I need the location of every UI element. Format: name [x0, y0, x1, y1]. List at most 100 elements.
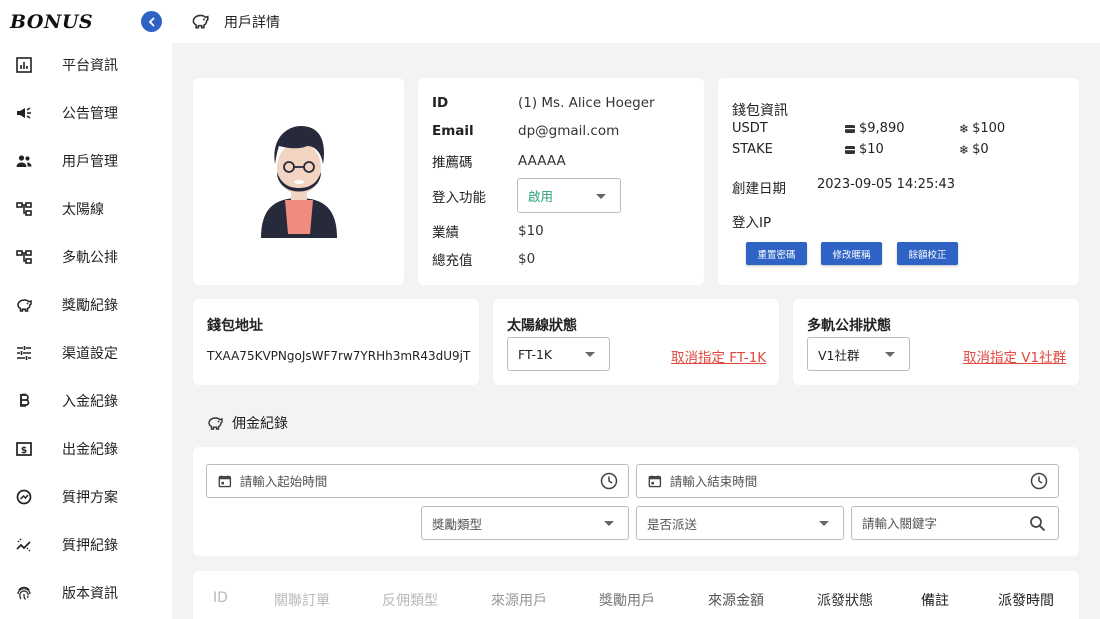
- page-title: 用戶詳情: [224, 15, 280, 31]
- top-bar: 用戶詳情: [172, 0, 1100, 43]
- login-row: 登入功能: [432, 186, 518, 206]
- column-header-id[interactable]: ID: [213, 590, 228, 606]
- end-time-field[interactable]: [636, 464, 1059, 498]
- bitcoin-icon: [14, 391, 34, 411]
- dispatched-select[interactable]: 是否派送: [636, 506, 844, 540]
- edit-nickname-button[interactable]: 修改暱稱: [821, 242, 882, 265]
- keyword-field[interactable]: [851, 506, 1059, 540]
- megaphone-icon: [14, 103, 34, 123]
- start-time-input[interactable]: [239, 473, 600, 489]
- id-value: (1) Ms. Alice Hoeger: [518, 95, 655, 111]
- sidebar-item-staking-plans[interactable]: 質押方案: [0, 473, 172, 521]
- frozen-balance: ❄ $100: [959, 121, 1005, 136]
- performance-label: 業績: [432, 225, 459, 241]
- gauge-icon: [14, 487, 34, 507]
- sidebar-item-label: 獎勵紀錄: [62, 298, 118, 314]
- column-header-source-amount[interactable]: 來源金額: [708, 590, 764, 610]
- sidebar-item-platform-info[interactable]: 平台資訊: [0, 41, 172, 89]
- sidebar-item-staking-records[interactable]: 質押紀錄: [0, 521, 172, 569]
- sunline-select[interactable]: FT-1K: [507, 337, 610, 371]
- sidebar-item-label: 用戶管理: [62, 154, 118, 170]
- bar-chart-icon: [14, 55, 34, 75]
- wallet-value: $9,890: [859, 121, 905, 136]
- sidebar-item-multitrack[interactable]: 多軌公排: [0, 233, 172, 281]
- multitrack-select[interactable]: V1社群: [807, 337, 910, 371]
- frozen-value: $0: [972, 142, 989, 157]
- search-icon[interactable]: [1029, 515, 1046, 532]
- start-time-field[interactable]: [206, 464, 629, 498]
- avatar-card: [193, 78, 404, 285]
- sidebar-item-sunline[interactable]: 太陽線: [0, 185, 172, 233]
- sidebar-item-label: 出金紀錄: [62, 442, 118, 458]
- column-header-note[interactable]: 備註: [921, 590, 949, 610]
- piggy-bank-icon: [208, 417, 223, 430]
- sunline-status-card: 太陽線狀態 FT-1K 取消指定 FT-1K: [493, 299, 779, 385]
- login-ip-label: 登入IP: [732, 215, 772, 231]
- hierarchy-icon: [14, 199, 34, 219]
- dispatched-value: 是否派送: [647, 516, 698, 532]
- column-header-source-user[interactable]: 來源用戶: [491, 590, 547, 610]
- calendar-icon: [648, 475, 662, 488]
- chevron-down-icon: [585, 352, 595, 357]
- cancel-multitrack-link[interactable]: 取消指定 V1社群: [963, 346, 1066, 366]
- sidebar-item-channel-settings[interactable]: 渠道設定: [0, 329, 172, 377]
- column-header-rebate-type[interactable]: 反佣類型: [382, 590, 438, 610]
- reset-password-button[interactable]: 重置密碼: [746, 242, 807, 265]
- sidebar-item-label: 太陽線: [62, 202, 104, 218]
- email-value: dp@gmail.com: [518, 123, 620, 139]
- id-row: ID (1) Ms. Alice Hoeger: [432, 95, 655, 111]
- email-row: Email dp@gmail.com: [432, 123, 619, 139]
- wallet-currency: STAKE: [732, 142, 773, 157]
- collapse-sidebar-button[interactable]: [141, 11, 162, 32]
- id-label: ID: [432, 95, 449, 111]
- brand-logo[interactable]: BONUS: [10, 8, 120, 36]
- wallet-currency: USDT: [732, 121, 768, 136]
- email-label: Email: [432, 123, 474, 139]
- snowflake-icon: ❄: [959, 142, 970, 157]
- sidebar-item-rewards[interactable]: 獎勵紀錄: [0, 281, 172, 329]
- sidebar-item-withdrawals[interactable]: $ 出金紀錄: [0, 425, 172, 473]
- created-label: 創建日期: [732, 181, 786, 197]
- wallet-title: 錢包資訊: [732, 103, 788, 119]
- column-header-order[interactable]: 關聯訂單: [274, 590, 330, 610]
- reward-type-value: 獎勵類型: [432, 516, 483, 532]
- frozen-balance: ❄ $0: [959, 142, 989, 157]
- end-time-input[interactable]: [669, 473, 1030, 489]
- users-icon: [14, 151, 34, 171]
- created-value: 2023-09-05 14:25:43: [817, 177, 956, 192]
- clock-icon[interactable]: [600, 472, 618, 490]
- dollar-box-icon: $: [14, 439, 34, 459]
- clock-icon[interactable]: [1030, 472, 1048, 490]
- sidebar-item-label: 質押方案: [62, 490, 118, 506]
- login-status-select[interactable]: 啟用: [517, 178, 621, 213]
- column-header-dispatch-time[interactable]: 派發時間: [998, 590, 1054, 610]
- sidebar-item-announcements[interactable]: 公告管理: [0, 89, 172, 137]
- reward-type-select[interactable]: 獎勵類型: [421, 506, 629, 540]
- multitrack-select-value: V1社群: [818, 347, 860, 363]
- piggy-bank-icon: [192, 14, 209, 29]
- sidebar-item-version-info[interactable]: 版本資訊: [0, 569, 172, 617]
- chevron-down-icon: [596, 193, 606, 199]
- wallet-balance: $9,890: [844, 121, 905, 136]
- trend-icon: [14, 535, 34, 555]
- column-header-reward-user[interactable]: 獎勵用戶: [599, 590, 655, 610]
- sidebar-item-label: 版本資訊: [62, 586, 118, 602]
- column-header-dispatch-status[interactable]: 派發狀態: [817, 590, 873, 610]
- recharge-row: 總充值 $0: [432, 249, 535, 269]
- cancel-sunline-link[interactable]: 取消指定 FT-1K: [671, 346, 766, 366]
- wallet-address-value: TXAA75KVPNgoJsWF7rw7YRHh3mR43dU9jT: [207, 349, 471, 363]
- calendar-icon: [218, 475, 232, 488]
- svg-text:$: $: [21, 446, 27, 456]
- referral-row: 推薦碼 AAAAA: [432, 151, 566, 171]
- avatar: [261, 126, 337, 238]
- sliders-icon: [14, 343, 34, 363]
- snowflake-icon: ❄: [959, 121, 970, 136]
- wallet-icon: [845, 145, 855, 154]
- sidebar-item-deposits[interactable]: 入金紀錄: [0, 377, 172, 425]
- hierarchy-icon: [14, 247, 34, 267]
- referral-label: 推薦碼: [432, 155, 473, 171]
- performance-value: $10: [518, 223, 544, 239]
- balance-correction-button[interactable]: 餘額校正: [897, 242, 958, 265]
- sidebar-item-users[interactable]: 用戶管理: [0, 137, 172, 185]
- keyword-input[interactable]: [862, 515, 1029, 531]
